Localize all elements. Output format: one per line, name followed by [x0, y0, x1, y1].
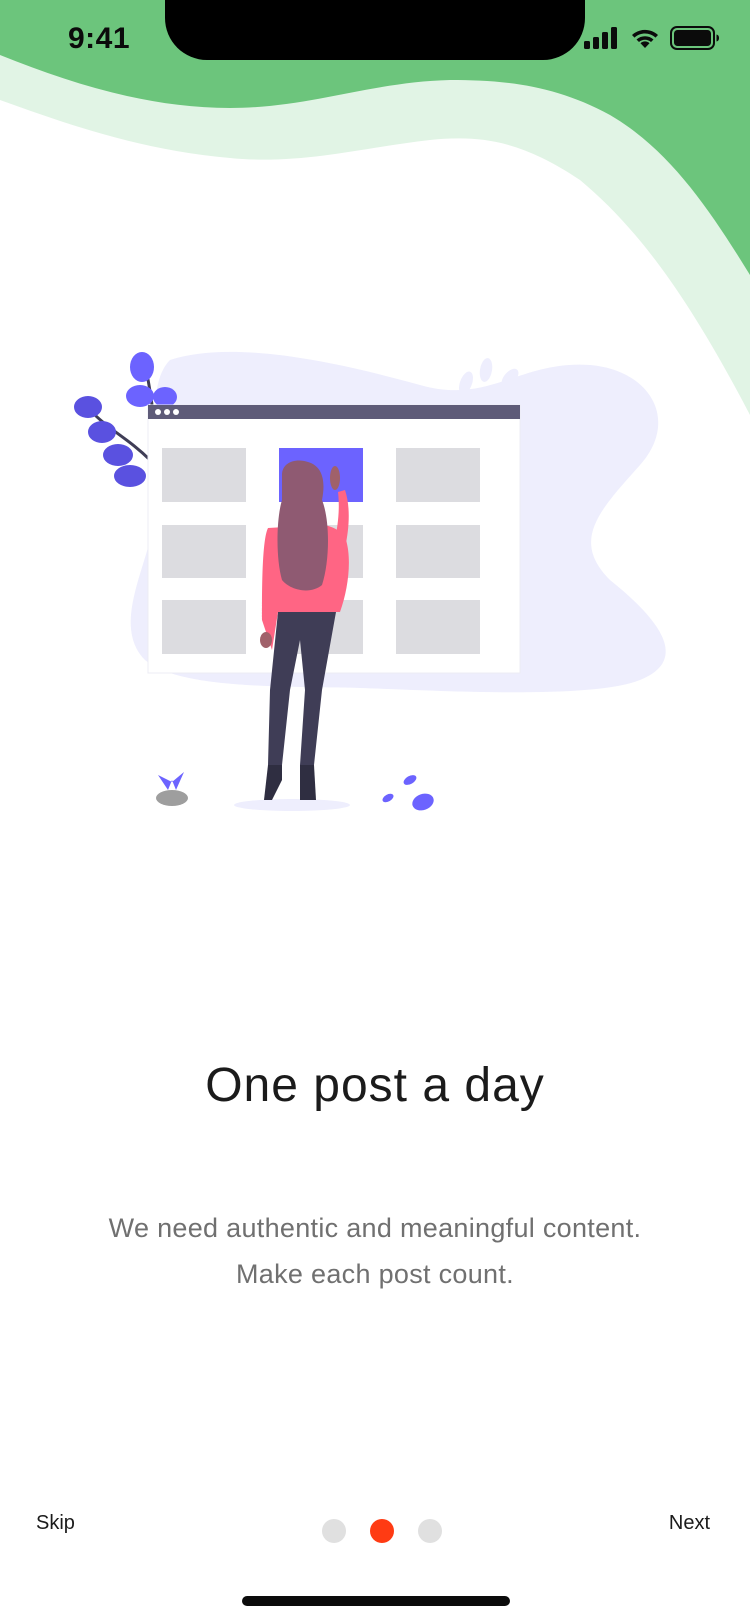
- status-icons: [584, 26, 720, 50]
- description-line-2: Make each post count.: [236, 1259, 514, 1289]
- status-time: 9:41: [68, 22, 131, 55]
- cellular-signal-icon: [584, 27, 617, 49]
- page-dot-2-active[interactable]: [370, 1519, 394, 1543]
- onboarding-illustration: [74, 351, 666, 811]
- onboarding-description: We need authentic and meaningful content…: [0, 1205, 750, 1297]
- page-indicator: [322, 1519, 442, 1543]
- description-line-1: We need authentic and meaningful content…: [108, 1213, 642, 1243]
- device-notch: [165, 0, 585, 60]
- onboarding-title: One post a day: [205, 1059, 545, 1112]
- home-indicator[interactable]: [242, 1596, 510, 1606]
- wifi-icon: [632, 29, 658, 48]
- skip-button[interactable]: Skip: [36, 1512, 75, 1535]
- onboarding-screen: 9:41 One post a day We need authentic an…: [0, 0, 750, 1624]
- next-button[interactable]: Next: [669, 1512, 710, 1535]
- battery-icon: [670, 26, 719, 50]
- page-dot-3[interactable]: [418, 1519, 442, 1543]
- page-dot-1[interactable]: [322, 1519, 346, 1543]
